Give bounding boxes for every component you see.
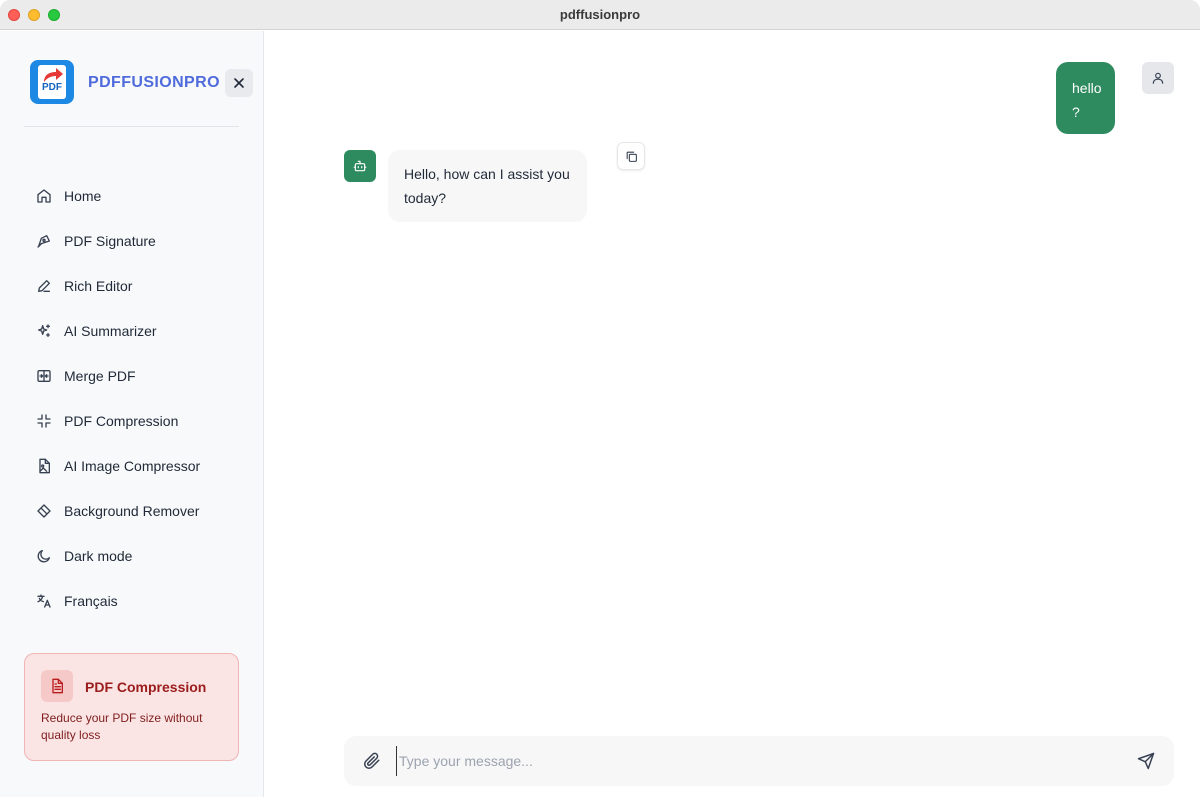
- pen-tool-icon: [36, 233, 52, 249]
- chat-area: hello ? Hello, how can I assist you toda…: [265, 31, 1200, 797]
- sidebar-item-home[interactable]: Home: [24, 173, 239, 218]
- sidebar-item-pdf-compression[interactable]: PDF Compression: [24, 398, 239, 443]
- promo-title: PDF Compression: [85, 679, 207, 695]
- sidebar-item-label: Dark mode: [64, 547, 133, 564]
- sidebar-item-pdf-signature[interactable]: PDF Signature: [24, 218, 239, 263]
- sidebar-item-label: PDF Signature: [64, 232, 156, 249]
- sidebar-item-label: AI Summarizer: [64, 322, 157, 339]
- window-titlebar: pdffusionpro: [0, 0, 1200, 30]
- sidebar-nav: Home PDF Signature Rich Editor AI Summar…: [24, 173, 239, 623]
- window-title: pdffusionpro: [559, 7, 641, 22]
- sidebar-item-label: Rich Editor: [64, 277, 133, 294]
- sidebar-item-background-remover[interactable]: Background Remover: [24, 488, 239, 533]
- app-logo: PDF: [30, 60, 74, 104]
- file-image-icon: [36, 458, 52, 474]
- sparkles-icon: [36, 323, 52, 339]
- sidebar: PDF PDFFUSIONPRO Home PDF Signature Rich…: [0, 31, 264, 797]
- message-input[interactable]: [396, 746, 1116, 776]
- logo-text: PDF: [42, 82, 62, 93]
- message-composer: [344, 736, 1174, 786]
- eraser-icon: [36, 503, 52, 519]
- send-button[interactable]: [1134, 749, 1158, 773]
- send-icon: [1137, 752, 1155, 770]
- user-icon: [1152, 72, 1164, 84]
- sidebar-divider: [24, 126, 239, 127]
- promo-card[interactable]: PDF Compression Reduce your PDF size wit…: [24, 653, 239, 761]
- logo-document-icon: PDF: [38, 65, 66, 99]
- promo-description: Reduce your PDF size without quality los…: [41, 711, 203, 742]
- sidebar-item-label: Home: [64, 187, 102, 204]
- sidebar-item-label: AI Image Compressor: [64, 457, 201, 474]
- merge-icon: [36, 368, 52, 384]
- user-message: hello ?: [1056, 62, 1115, 134]
- copy-message-button[interactable]: [617, 142, 645, 170]
- sidebar-item-label: Background Remover: [64, 502, 200, 519]
- sidebar-item-label: Merge PDF: [64, 367, 136, 384]
- copy-icon: [626, 151, 637, 162]
- home-icon: [36, 188, 52, 204]
- sidebar-item-label: Français: [64, 592, 118, 609]
- sidebar-item-language[interactable]: Français: [24, 578, 239, 623]
- sidebar-item-dark-mode[interactable]: Dark mode: [24, 533, 239, 578]
- bot-icon: [353, 160, 367, 172]
- sidebar-item-rich-editor[interactable]: Rich Editor: [24, 263, 239, 308]
- moon-icon: [36, 548, 52, 564]
- attach-file-button[interactable]: [360, 749, 384, 773]
- sidebar-item-merge-pdf[interactable]: Merge PDF: [24, 353, 239, 398]
- shrink-icon: [36, 413, 52, 429]
- sidebar-item-ai-summarizer[interactable]: AI Summarizer: [24, 308, 239, 353]
- file-text-icon: [41, 670, 73, 702]
- sidebar-item-label: PDF Compression: [64, 412, 179, 429]
- brand-name: PDFFUSIONPRO: [88, 74, 220, 91]
- paperclip-icon: [364, 752, 380, 769]
- pencil-icon: [36, 278, 52, 294]
- assistant-message: Hello, how can I assist you today?: [388, 150, 587, 222]
- user-avatar: [1142, 62, 1174, 94]
- bot-avatar: [344, 150, 376, 182]
- languages-icon: [36, 593, 52, 609]
- close-icon: [234, 78, 244, 88]
- sidebar-item-ai-image-compressor[interactable]: AI Image Compressor: [24, 443, 239, 488]
- close-sidebar-button[interactable]: [225, 69, 253, 97]
